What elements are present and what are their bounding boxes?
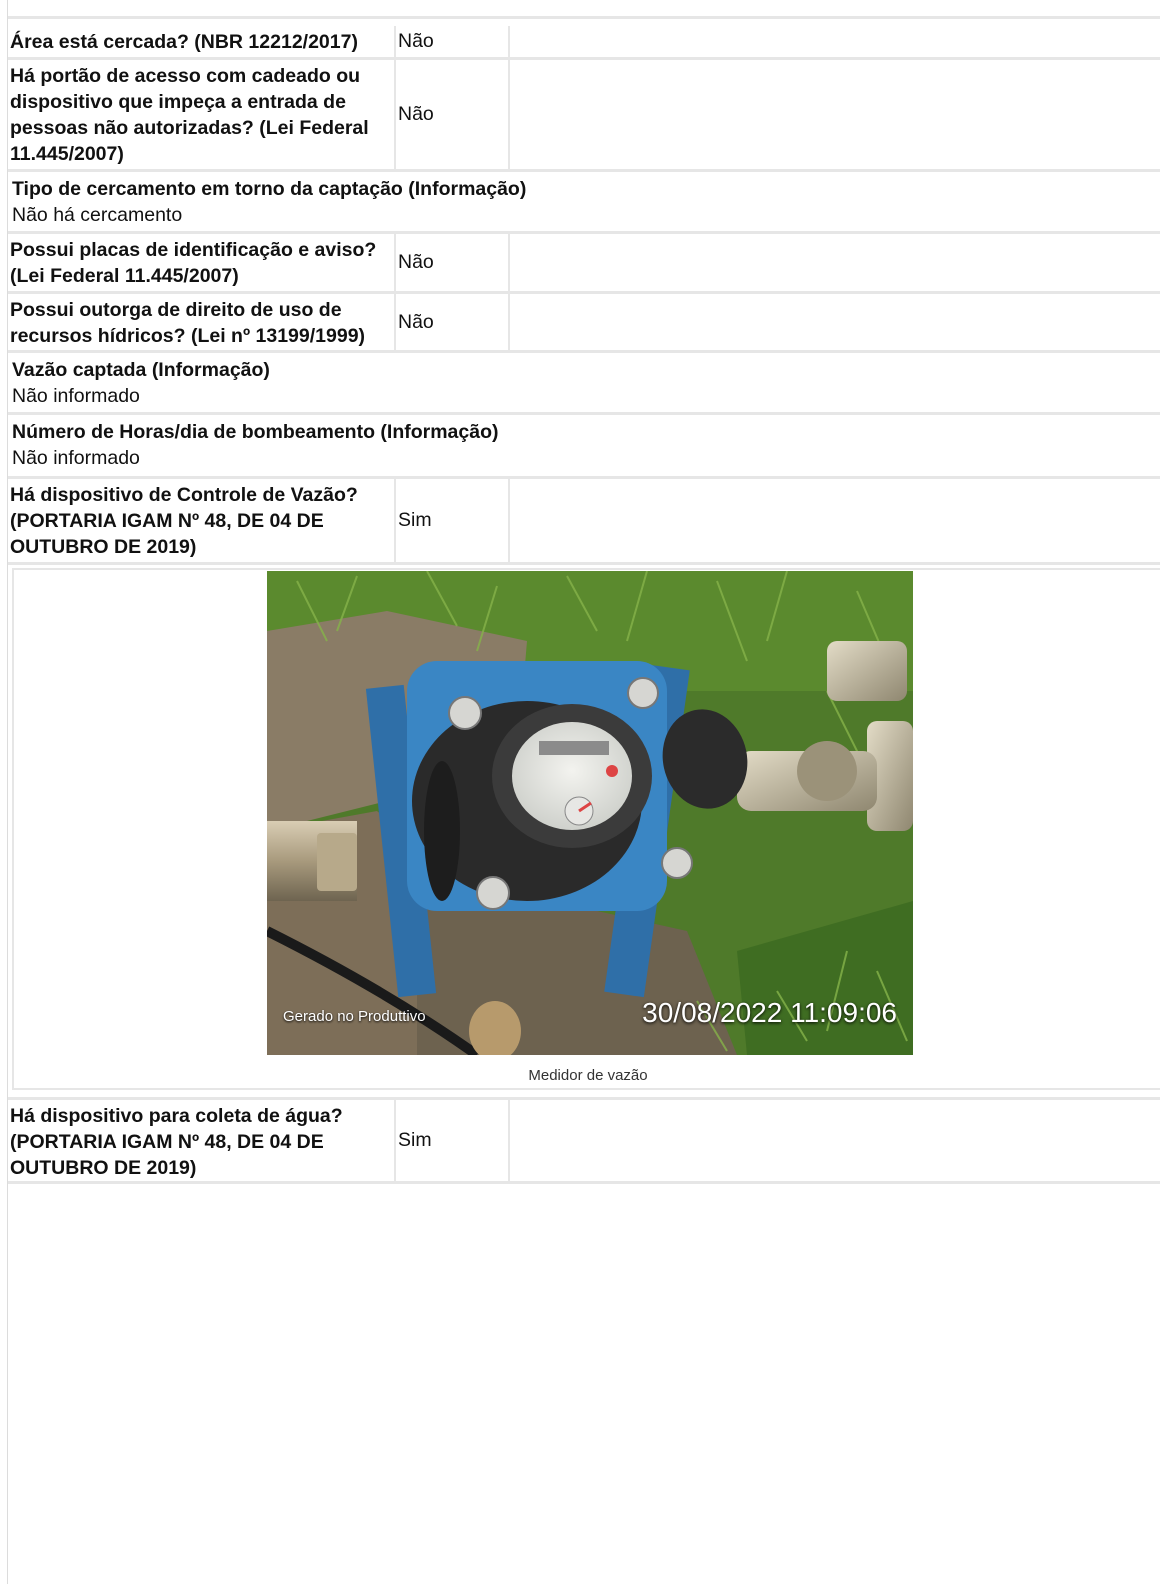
answer-cell: Não <box>394 234 510 291</box>
question-label: Possui placas de identificação e aviso? … <box>10 239 377 287</box>
row-placas-identificacao: Possui placas de identificação e aviso? … <box>8 234 1160 294</box>
empty-cell <box>510 60 1160 169</box>
question-label: Há dispositivo para coleta de água? (POR… <box>10 1105 343 1179</box>
answer-value: Não <box>398 30 434 52</box>
answer-value: Não <box>398 251 434 273</box>
answer-cell: Não <box>394 60 510 169</box>
row-outorga: Possui outorga de direito de uso de recu… <box>8 294 1160 353</box>
question-label: Há portão de acesso com cadeado ou dispo… <box>10 65 369 165</box>
row-area-cercada: Área está cercada? (NBR 12212/2017) Não <box>8 26 1160 60</box>
info-title: Tipo de cercamento em torno da captação … <box>12 178 527 200</box>
answer-value: Sim <box>398 1129 432 1151</box>
question-label: Área está cercada? (NBR 12212/2017) <box>10 31 358 53</box>
photo-watermark: Gerado no Produttivo <box>283 1008 426 1025</box>
info-title: Vazão captada (Informação) <box>12 359 270 381</box>
empty-cell <box>510 479 1160 562</box>
top-row-remnant <box>8 0 1160 19</box>
info-tipo-cercamento: Tipo de cercamento em torno da captação … <box>8 172 1160 234</box>
photo-caption: Medidor de vazão <box>528 1067 648 1084</box>
document-page: Área está cercada? (NBR 12212/2017) Não … <box>0 0 1168 1584</box>
answer-cell: Não <box>394 294 510 350</box>
flow-meter-photo[interactable]: Gerado no Produttivo 30/08/2022 11:09:06 <box>267 571 913 1055</box>
answer-value: Sim <box>398 509 432 531</box>
row-coleta-agua: Há dispositivo para coleta de água? (POR… <box>8 1097 1160 1184</box>
info-value: Não informado <box>12 385 140 407</box>
row-portao-acesso: Há portão de acesso com cadeado ou dispo… <box>8 60 1160 172</box>
photo-attachment: Gerado no Produttivo 30/08/2022 11:09:06… <box>12 568 1160 1090</box>
info-horas-bombeamento: Número de Horas/dia de bombeamento (Info… <box>8 415 1160 479</box>
answer-value: Não <box>398 103 434 125</box>
empty-cell <box>510 1100 1160 1181</box>
answer-cell: Sim <box>394 1100 510 1181</box>
photo-timestamp: 30/08/2022 11:09:06 <box>642 997 897 1028</box>
empty-cell <box>510 294 1160 350</box>
info-title: Número de Horas/dia de bombeamento (Info… <box>12 421 499 443</box>
answer-cell: Não <box>394 26 510 57</box>
info-value: Não há cercamento <box>12 204 183 226</box>
answer-value: Não <box>398 310 434 333</box>
question-label: Possui outorga de direito de uso de recu… <box>10 299 366 347</box>
question-label: Há dispositivo de Controle de Vazão? (PO… <box>10 484 358 558</box>
answer-cell: Sim <box>394 479 510 562</box>
empty-cell <box>510 26 1160 57</box>
info-vazao-captada: Vazão captada (Informação) Não informado <box>8 353 1160 415</box>
empty-cell <box>510 234 1160 291</box>
row-controle-vazao: Há dispositivo de Controle de Vazão? (PO… <box>8 479 1160 565</box>
info-value: Não informado <box>12 447 140 469</box>
